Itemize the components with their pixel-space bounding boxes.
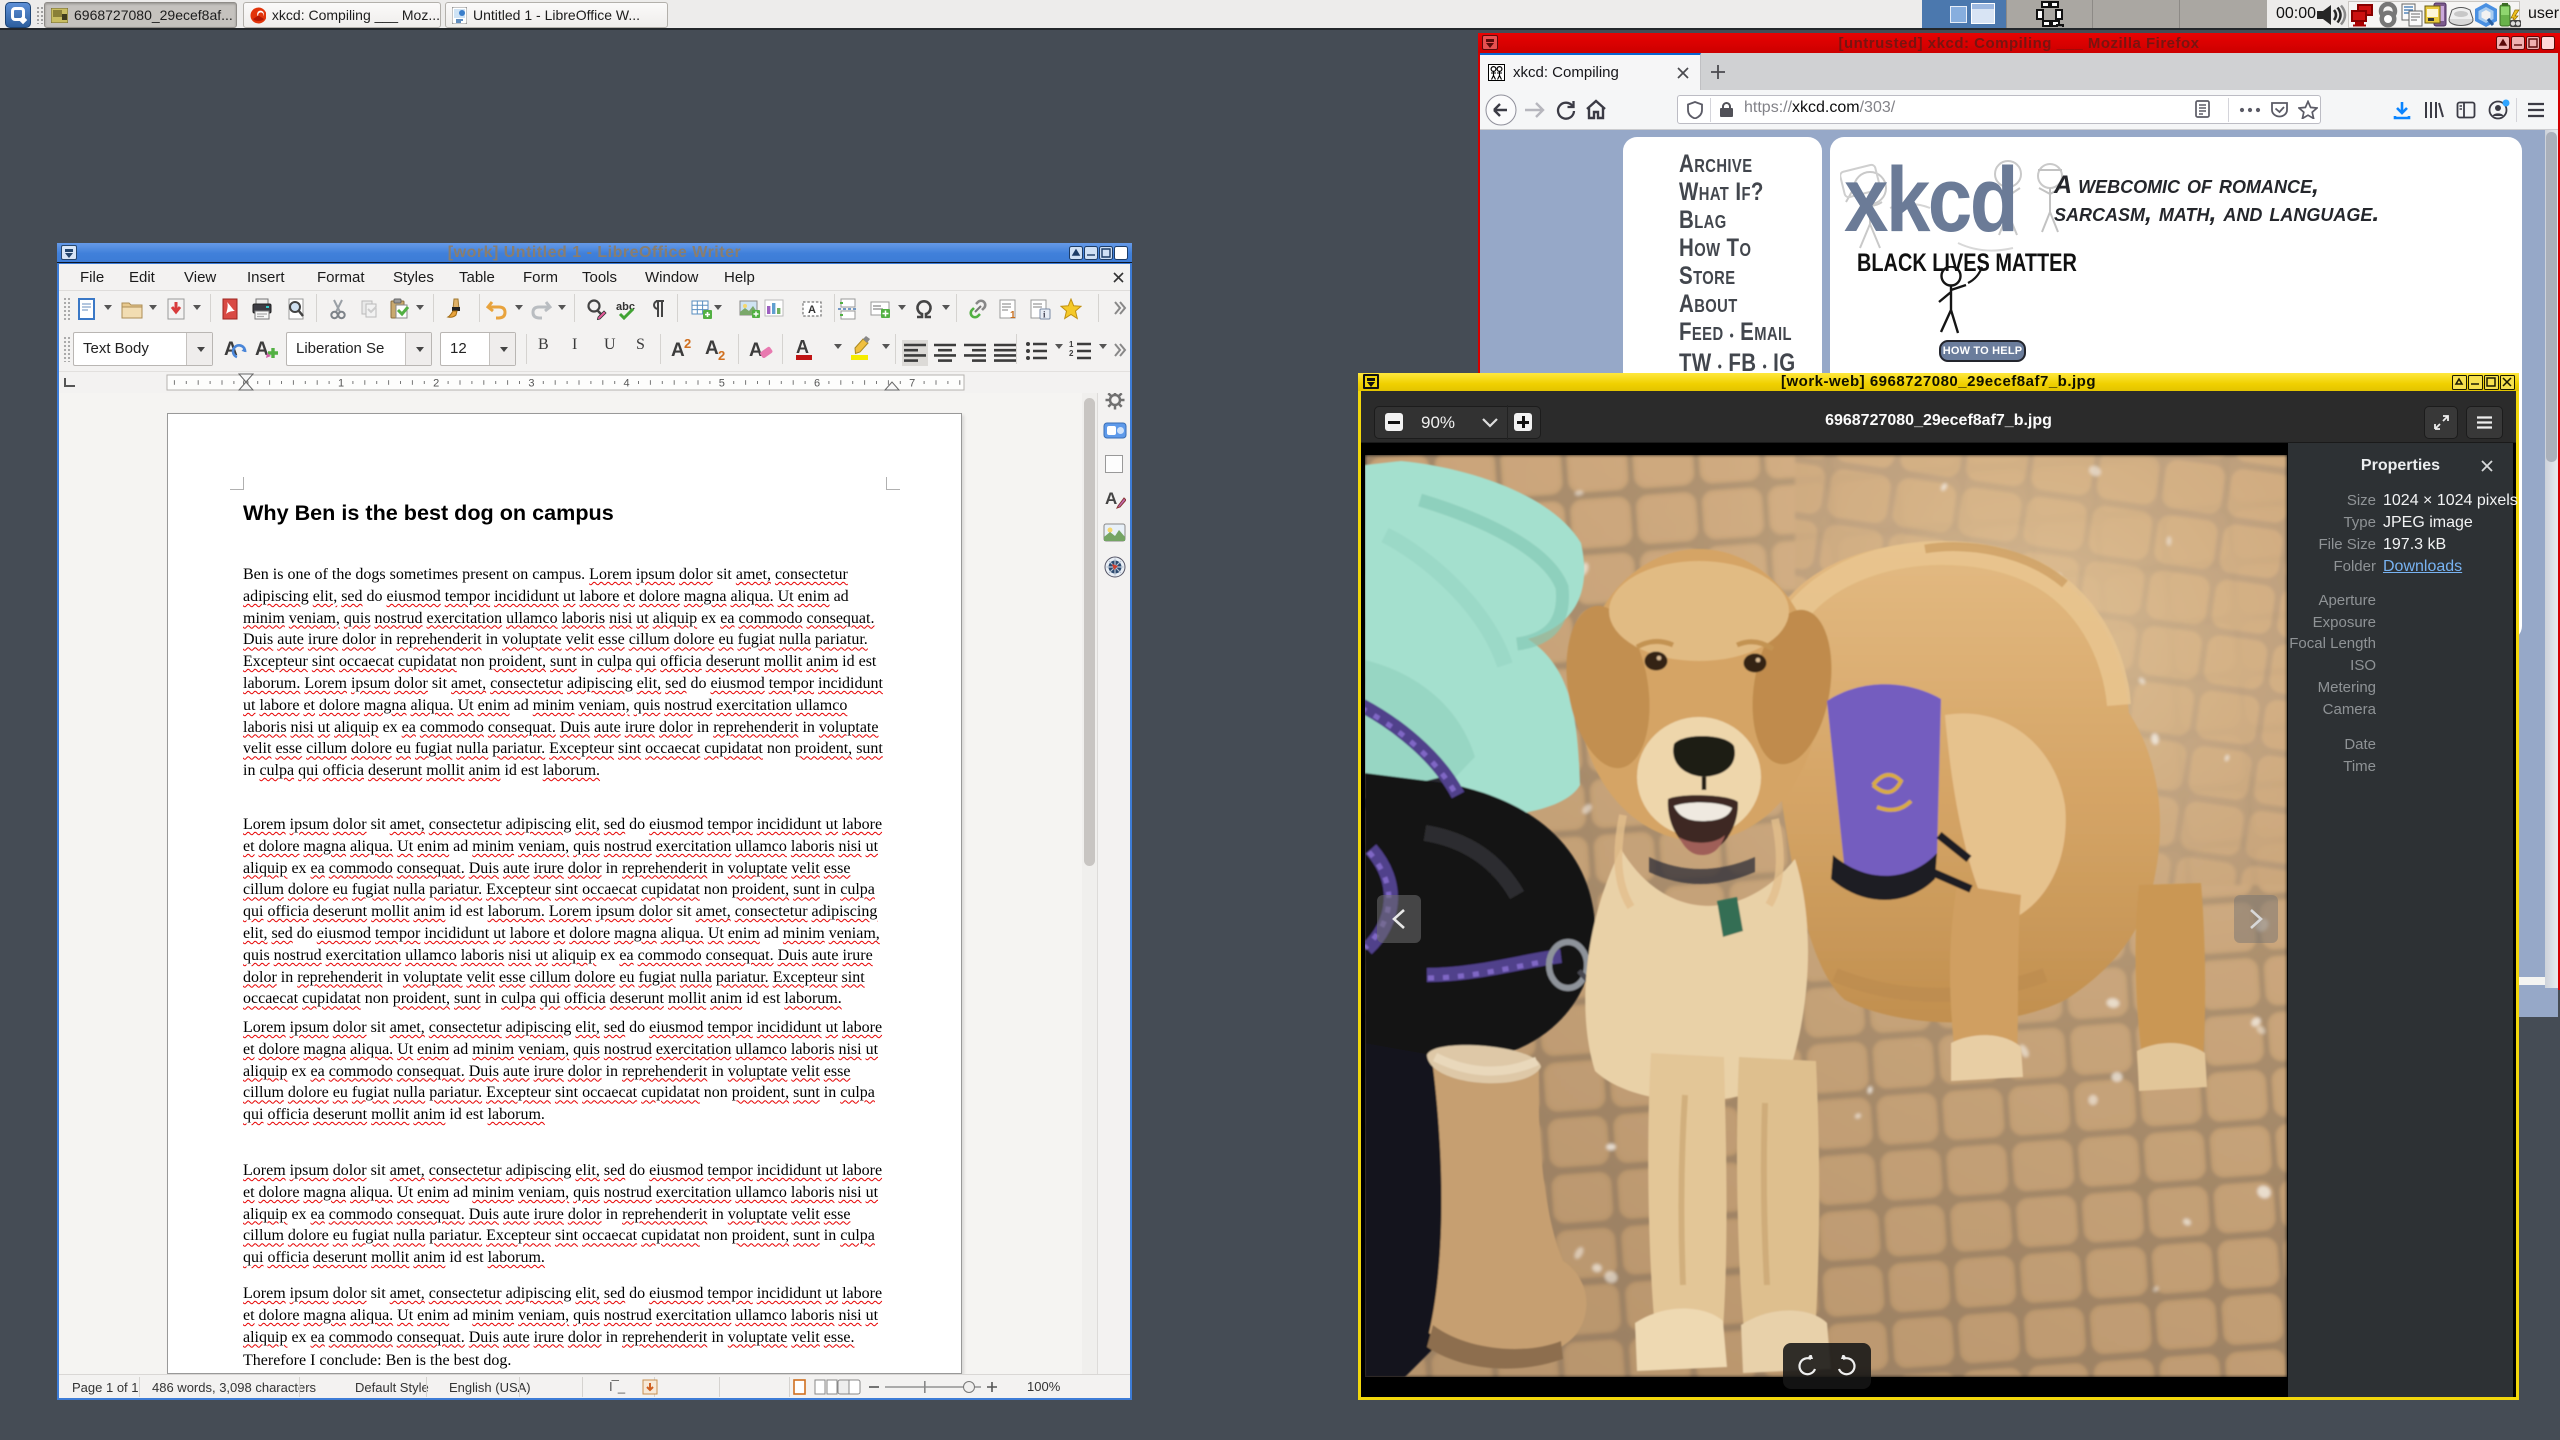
svg-text:A: A [796, 337, 809, 357]
svg-text:2: 2 [684, 336, 691, 351]
svg-text:A: A [749, 340, 763, 361]
svg-text:A: A [705, 338, 719, 359]
svg-text:1: 1 [1069, 340, 1074, 349]
svg-text:2: 2 [1069, 349, 1074, 358]
svg-text:A: A [808, 304, 816, 316]
svg-text:A: A [671, 340, 685, 361]
svg-text:1: 1 [1010, 310, 1016, 320]
svg-text:5: 5 [719, 378, 725, 390]
svg-text:3: 3 [528, 378, 534, 390]
svg-text:1: 1 [338, 378, 344, 390]
svg-text:7: 7 [909, 378, 915, 390]
svg-text:4: 4 [624, 378, 630, 390]
svg-text:2: 2 [433, 378, 439, 390]
svg-text:A: A [1105, 489, 1117, 508]
svg-text:2: 2 [718, 348, 725, 362]
svg-text:6: 6 [814, 378, 820, 390]
